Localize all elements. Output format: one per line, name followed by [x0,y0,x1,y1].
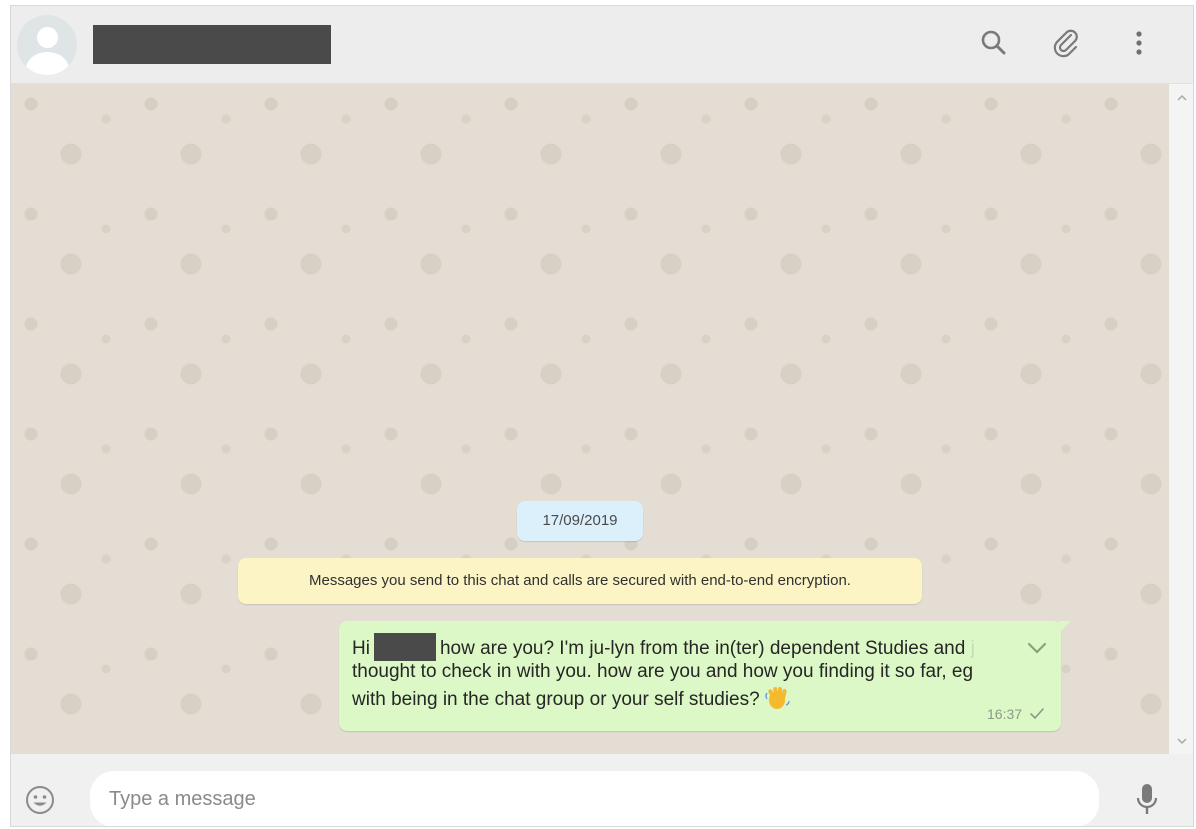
message-input[interactable] [90,771,1099,826]
date-divider: 17/09/2019 [517,501,643,541]
chat-header [11,6,1193,84]
sent-check-icon [1029,707,1045,721]
attach-icon[interactable] [1049,26,1083,60]
encryption-notice[interactable]: Messages you send to this chat and calls… [238,558,922,604]
avatar-body-shape [26,52,69,75]
avatar-head-shape [37,27,58,48]
chat-messages-area[interactable]: 17/09/2019 Messages you send to this cha… [11,84,1169,754]
message-line-3: with being in the chat group or your sel… [352,685,790,713]
search-icon[interactable] [977,26,1011,60]
message-greeting: Hi [352,638,370,659]
contact-avatar[interactable] [17,15,77,75]
redacted-name-in-message [373,633,436,661]
waving-hand-emoji-icon [764,685,790,711]
scroll-down-icon[interactable] [1176,734,1188,746]
message-line-3-text: with being in the chat group or your sel… [352,689,760,710]
bubble-tail [1059,621,1071,633]
contact-name-redacted[interactable] [93,25,331,64]
outgoing-message[interactable]: Hi how are you? I'm ju-lyn from the in(te… [339,621,1061,731]
emoji-icon[interactable] [24,784,56,816]
chat-scrollbar[interactable] [1169,84,1193,754]
message-options-chevron-icon[interactable] [1026,639,1048,657]
menu-icon[interactable] [1122,26,1156,60]
message-line-1-faded: j [970,638,975,659]
message-timestamp: 16:37 [987,706,1023,722]
message-line-2: thought to check in with you. how are yo… [352,661,974,682]
microphone-icon[interactable] [1135,781,1159,819]
message-line-1-text: how are you? I'm ju-lyn from the in(ter)… [439,638,971,659]
chat-window: 17/09/2019 Messages you send to this cha… [10,5,1194,827]
message-line-1: Hi how are you? I'm ju-lyn from the in(te… [352,633,975,662]
compose-bar [11,754,1193,826]
scroll-up-icon[interactable] [1176,91,1188,103]
